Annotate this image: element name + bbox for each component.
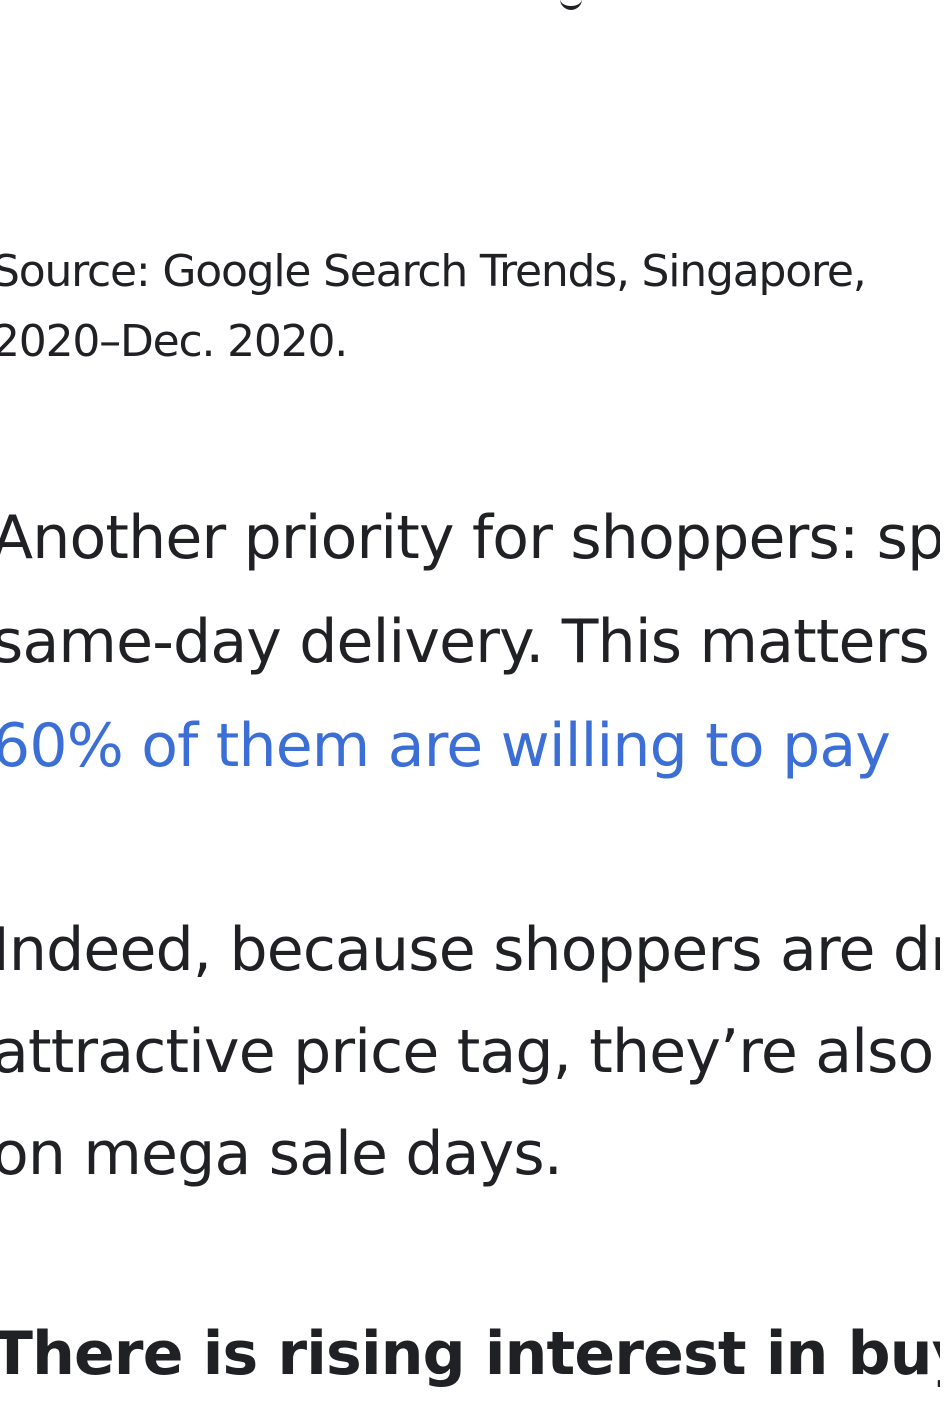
price-paragraph-line-3: on mega sale days. [0,1119,563,1189]
source-caption-line-1: Source: Google Search Trends, Singapore, [0,246,867,297]
price-paragraph-line-1: Indeed, because shoppers are drawn to an [0,915,940,985]
section-heading: There is rising interest in buying [0,1319,940,1389]
delivery-paragraph-line-1: Another priority for shoppers: speedy [0,503,940,573]
delivery-paragraph-line-2: same-day delivery. This matters so much … [0,607,940,677]
price-paragraph-line-2: attractive price tag, they’re also [0,1017,934,1087]
willing-to-pay-link[interactable]: 60% of them are willing to pay [0,694,940,798]
top-cropped-glyph [560,0,582,10]
source-caption-line-2: 2020–Dec. 2020. [0,316,348,367]
